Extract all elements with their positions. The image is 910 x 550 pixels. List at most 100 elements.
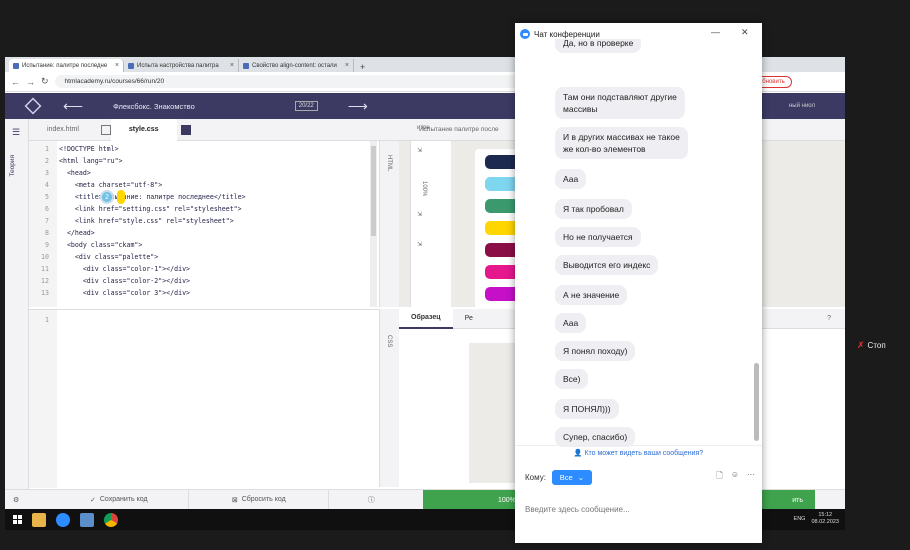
tab-index-html[interactable]: index.html: [29, 119, 97, 141]
chat-message: Но не получается: [555, 227, 641, 247]
chat-message: Я так пробовал: [555, 199, 632, 219]
chrome-icon[interactable]: [104, 512, 118, 527]
color-swatch: [485, 287, 519, 301]
stop-icon: ✗: [857, 340, 865, 350]
chat-message: Ааа: [555, 169, 587, 189]
back-icon[interactable]: ←: [11, 77, 20, 87]
file-icon[interactable]: 🗋: [716, 470, 722, 484]
step-badge[interactable]: 2: [100, 190, 114, 204]
tab-label: index.html: [47, 126, 79, 133]
chat-message: Да, но в проверке: [555, 39, 642, 53]
prev-lesson-icon[interactable]: ⟵: [63, 98, 83, 115]
code-line: 13 <div class="color 3"></div>: [29, 287, 190, 299]
preview-sidebar: итре ⇲ 100% ⇲ ⇲: [410, 125, 451, 307]
check-icon: ✓: [89, 496, 96, 504]
css-editor[interactable]: 1: [29, 309, 379, 488]
next-button-label[interactable]: ить: [792, 497, 803, 504]
color-swatch: [485, 177, 519, 191]
size-icon[interactable]: ⇲: [417, 147, 422, 154]
save-label: Сохранить код: [99, 496, 148, 503]
line-number: 3: [45, 169, 49, 177]
chat-scrollbar[interactable]: [754, 363, 759, 441]
language-indicator[interactable]: ENG: [794, 516, 806, 522]
save-code-button[interactable]: ✓ Сохранить код: [49, 489, 190, 509]
chat-message: Выводится его индекс: [555, 255, 659, 275]
site-favicon-icon: [128, 62, 134, 69]
editor-scrollbar[interactable]: [370, 141, 377, 307]
app-icon[interactable]: [80, 512, 94, 527]
user-name[interactable]: ный ниол: [789, 103, 815, 109]
chat-title: Чат конференции: [534, 29, 600, 39]
stop-label: Стоп: [867, 341, 886, 350]
message-input[interactable]: [525, 489, 753, 529]
zoom-camera-icon: [520, 29, 530, 39]
more-icon[interactable]: ···: [747, 470, 755, 484]
to-label: Кому:: [525, 472, 546, 482]
desktop: Испытание: палитре последне × Испыта наст…: [0, 0, 910, 550]
line-number: 9: [45, 241, 49, 249]
menu-icon[interactable]: ☰: [12, 127, 20, 138]
close-icon[interactable]: ✕: [741, 27, 749, 38]
course-title[interactable]: Флексбокс. Знакомство: [113, 102, 195, 111]
recipient-dropdown[interactable]: Все ⌄: [551, 469, 592, 485]
help-icon[interactable]: ?: [827, 315, 831, 322]
html-label: HTML: [386, 155, 392, 172]
tab-label: Ре: [464, 315, 473, 322]
reset-code-button[interactable]: ⊠ Сбросить код: [189, 489, 330, 509]
close-tab-icon[interactable]: ×: [345, 62, 349, 69]
collapse-icon[interactable]: [100, 124, 111, 135]
browser-tab[interactable]: Испытание: палитре последне ×: [9, 59, 124, 72]
gear-icon[interactable]: ⚙: [13, 496, 19, 504]
zoom-level[interactable]: 100%: [421, 181, 427, 196]
chat-message: Супер, спасибо): [555, 427, 636, 447]
clock[interactable]: 15:12 08.02.2023: [811, 512, 839, 526]
browser-tab[interactable]: Свойство align-content: остали ×: [239, 59, 354, 72]
who-can-see-link[interactable]: 👤 Кто может видеть ваши сообщения?: [515, 445, 762, 459]
close-tab-icon[interactable]: ×: [230, 62, 234, 69]
reload-icon[interactable]: ↻: [41, 76, 49, 87]
expand-icon[interactable]: [180, 124, 191, 135]
palette-preview: [475, 149, 519, 309]
chevron-down-icon: ⌄: [577, 472, 585, 482]
code-text: <meta charset="utf-8">: [59, 181, 163, 189]
code-text: <div class="color-2"></div>: [59, 277, 191, 285]
chat-message: Все): [555, 369, 589, 389]
theory-tab[interactable]: Теория: [9, 155, 16, 177]
minimize-icon[interactable]: —: [711, 27, 720, 37]
stop-share-button[interactable]: ✗ Стоп: [857, 340, 886, 351]
tab-sample[interactable]: Образец: [399, 308, 453, 329]
html-panel-label: HTML: [379, 141, 399, 307]
tab-label: style.css: [128, 126, 159, 133]
line-number: 1: [45, 145, 49, 153]
code-line: 4 <meta charset="utf-8">: [29, 179, 162, 191]
scroll-thumb[interactable]: [371, 146, 376, 236]
code-line: 2 <html lang="ru">: [29, 155, 123, 167]
tab-label: Испытание: палитре последне: [22, 62, 108, 69]
info-icon[interactable]: ⓘ: [359, 490, 383, 510]
line-number: 13: [41, 289, 49, 297]
resize-icon[interactable]: ⇲: [417, 241, 422, 248]
forward-icon[interactable]: →: [26, 77, 35, 87]
tab-result[interactable]: Ре: [453, 309, 485, 329]
html-editor[interactable]: 1 <!DOCTYPE html> 2 <html lang="ru"> 3 <head…: [29, 141, 379, 307]
who-sees-label: Кто может видеть ваши сообщения?: [584, 450, 704, 457]
emoji-icon[interactable]: ☺: [731, 470, 739, 484]
chat-message: А не значение: [555, 285, 628, 305]
zoom-app-icon[interactable]: [56, 512, 70, 527]
windows-start-icon[interactable]: [13, 515, 22, 524]
file-explorer-icon[interactable]: [32, 512, 46, 527]
message-list: Да, но в проверке Там они подставляют дру…: [515, 39, 762, 463]
browser-tab[interactable]: Испыта настройства палитра ×: [124, 59, 239, 72]
new-tab-button[interactable]: +: [354, 62, 371, 72]
resize-icon[interactable]: ⇲: [417, 211, 422, 218]
close-tab-icon[interactable]: ×: [115, 62, 119, 69]
reset-icon: ⊠: [231, 496, 238, 504]
tab-style-css[interactable]: style.css: [110, 118, 177, 141]
code-text: <html lang="ru">: [59, 157, 123, 165]
code-text: <link href="style.css" rel="stylesheet">: [59, 217, 234, 225]
next-lesson-icon[interactable]: ⟶: [348, 98, 368, 115]
academy-logo-icon[interactable]: [24, 97, 42, 115]
sample-image: [469, 343, 515, 483]
code-text: </head>: [59, 229, 95, 237]
compose-header: Кому: Все ⌄ 🗋 ☺ ···: [525, 469, 755, 485]
